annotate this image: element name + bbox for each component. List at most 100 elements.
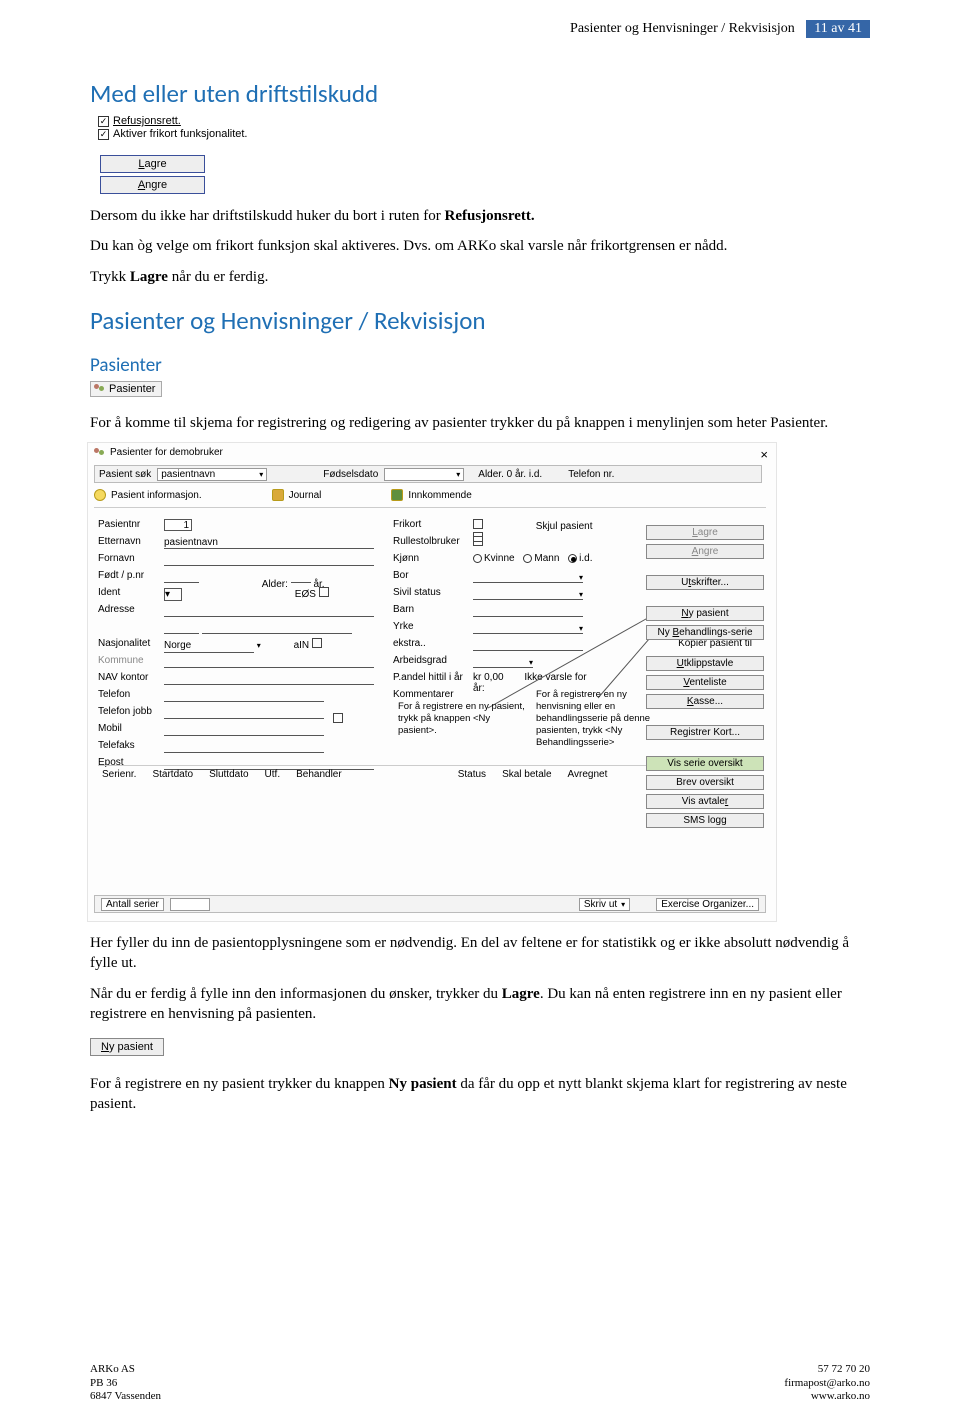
kommune-input[interactable] (164, 655, 374, 668)
postnr-input[interactable] (164, 621, 199, 634)
checkbox-refusjonsrett[interactable]: ✓ (98, 116, 109, 127)
lbl-fodt: Født / p.nr (98, 570, 160, 587)
yrke-combo[interactable]: ▾ (473, 621, 583, 634)
left-fields: 1 pasientnavn Alder: år. ▾ EØS Norge ▾ a… (164, 519, 374, 774)
vis-serie-oversikt-button[interactable]: Vis serie oversikt (646, 756, 764, 771)
registrer-kort-button[interactable]: Registrer Kort... (646, 725, 764, 740)
ident-combo[interactable]: ▾ (164, 588, 182, 601)
venteliste-button[interactable]: Venteliste (646, 675, 764, 690)
close-icon[interactable]: × (760, 447, 768, 462)
tab-pasient-info[interactable]: Pasient informasjon. (94, 489, 202, 501)
info-icon (94, 489, 106, 501)
telefonjobb-checkbox[interactable] (333, 713, 343, 723)
hdr-startdato: Startdato (152, 769, 193, 780)
rullestol-checkbox[interactable] (473, 536, 483, 546)
p3b: Lagre (130, 269, 168, 285)
barn-input[interactable] (473, 604, 583, 617)
lbl-blank (98, 621, 160, 638)
p3c: når du er ferdig. (168, 269, 268, 285)
ekstra-input[interactable] (473, 638, 583, 651)
bor-combo[interactable]: ▾ (473, 570, 583, 583)
fodt-input[interactable] (164, 570, 199, 583)
search-combo[interactable]: pasientnavn▾ (157, 468, 267, 481)
vis-avtaler-button[interactable]: Vis avtaler (646, 794, 764, 809)
lbl-kjonn: Kjønn (393, 553, 473, 570)
hdr-status: Status (458, 769, 486, 780)
utskrifter-button[interactable]: Utskrifter... (646, 575, 764, 590)
angre-button[interactable]: Angre (646, 544, 764, 559)
ain-checkbox[interactable] (312, 638, 322, 648)
telefon-input[interactable] (164, 689, 324, 702)
page-number-badge: 11 av 41 (806, 20, 870, 38)
lagre-button[interactable]: Lagre (100, 155, 205, 173)
paragraph-5: Her fyller du inn de pasientopplysningen… (90, 933, 870, 974)
etternavn-input[interactable]: pasientnavn (164, 536, 374, 549)
lbl-ident: Ident (98, 587, 160, 604)
footer-phone: 57 72 70 20 (818, 1363, 870, 1375)
heading-pasienter-rekvisisjon: Pasienter og Henvisninger / Rekvisisjon (90, 305, 870, 336)
alder-input[interactable] (291, 570, 311, 583)
kr-label: kr 0,00 (473, 672, 504, 683)
arbeidsgrad-combo[interactable]: ▾ (473, 655, 533, 668)
ny-behandlingsserie-button[interactable]: Ny Behandlings-serie (646, 625, 764, 640)
heading-driftstilskudd: Med eller uten driftstilskudd (90, 78, 870, 109)
people-icon (94, 384, 106, 394)
radio-id[interactable] (568, 554, 577, 563)
antall-serier-value[interactable] (170, 898, 210, 911)
lbl-sivilstatus: Sivil status (393, 587, 473, 604)
checkbox-refusjonsrett-label: Refusjonsrett. (113, 115, 181, 127)
brev-oversikt-button[interactable]: Brev oversikt (646, 775, 764, 790)
kasse-button[interactable]: Kasse... (646, 694, 764, 709)
telefon-header: Telefon nr. (568, 469, 614, 480)
lbl-arbeidsgrad: Arbeidsgrad (393, 655, 473, 672)
antall-serier-button[interactable]: Antall serier (101, 898, 164, 911)
utklippstavle-button[interactable]: Utklippstavle (646, 656, 764, 671)
eos-checkbox[interactable] (319, 587, 329, 597)
fodselsdato-label: Fødselsdato (323, 469, 378, 480)
fornavn-input[interactable] (164, 553, 374, 566)
radio-mann-label: Mann (534, 553, 559, 564)
hdr-sluttdato: Sluttdato (209, 769, 248, 780)
telefaks-input[interactable] (164, 740, 324, 753)
footer-url: www.arko.no (811, 1390, 870, 1402)
navkontor-input[interactable] (164, 672, 374, 685)
ain-label: aIN (294, 640, 310, 651)
ny-pasient-button[interactable]: Ny pasient (646, 606, 764, 621)
poststed-input[interactable] (202, 621, 352, 634)
tab-journal-label: Journal (289, 490, 322, 501)
tab-innkommende[interactable]: Innkommende (391, 489, 471, 501)
footer-pb: PB 36 (90, 1377, 117, 1389)
p1-bold: Refusjonsrett. (445, 208, 535, 224)
paragraph-6: Når du er ferdig å fylle inn den informa… (90, 984, 870, 1025)
pasienter-chip-label: Pasienter (109, 383, 155, 395)
tab-row: Pasient informasjon. Journal Innkommende (94, 489, 472, 501)
radio-kvinne-label: Kvinne (484, 553, 515, 564)
exercise-organizer-button[interactable]: Exercise Organizer... (656, 898, 759, 911)
lagre-button[interactable]: Lagre (646, 525, 764, 540)
frikort-checkbox[interactable] (473, 519, 483, 529)
angre-button[interactable]: Angre (100, 176, 205, 194)
radio-kvinne[interactable] (473, 554, 482, 563)
lbl-rullestol: Rullestolbruker (393, 536, 473, 553)
mid-fields: Skjul pasient Kvinne Mann i.d. ▾ ▾ ▾ ▾ k… (473, 519, 593, 689)
sivil-combo[interactable]: ▾ (473, 587, 583, 600)
search-combo-value: pasientnavn (161, 469, 215, 480)
bottom-bar: Antall serier Skriv ut ▾ Exercise Organi… (94, 895, 766, 913)
skriv-ut-button[interactable]: Skriv ut ▾ (579, 898, 630, 911)
checkbox-group: ✓ Refusjonsrett. ✓ Aktiver frikort funks… (98, 115, 870, 140)
telefonjobb-input[interactable] (164, 706, 324, 719)
checkbox-frikort[interactable]: ✓ (98, 129, 109, 140)
mobil-input[interactable] (164, 723, 324, 736)
nasjonalitet-input[interactable]: Norge (164, 640, 254, 653)
ny-pasient-chip[interactable]: Ny pasient (90, 1038, 164, 1056)
sms-logg-button[interactable]: SMS logg (646, 813, 764, 828)
adresse1-input[interactable] (164, 604, 374, 617)
pasienter-toolbar-button[interactable]: Pasienter (90, 381, 162, 397)
hdr-serienr: Serienr. (102, 769, 136, 780)
fodselsdato-combo[interactable]: ▾ (384, 468, 464, 481)
lbl-telefonjobb: Telefon jobb (98, 706, 160, 723)
radio-mann[interactable] (523, 554, 532, 563)
pasientnr-input[interactable]: 1 (164, 519, 192, 531)
tab-journal[interactable]: Journal (272, 489, 322, 501)
p7b: Ny pasient (389, 1076, 457, 1092)
